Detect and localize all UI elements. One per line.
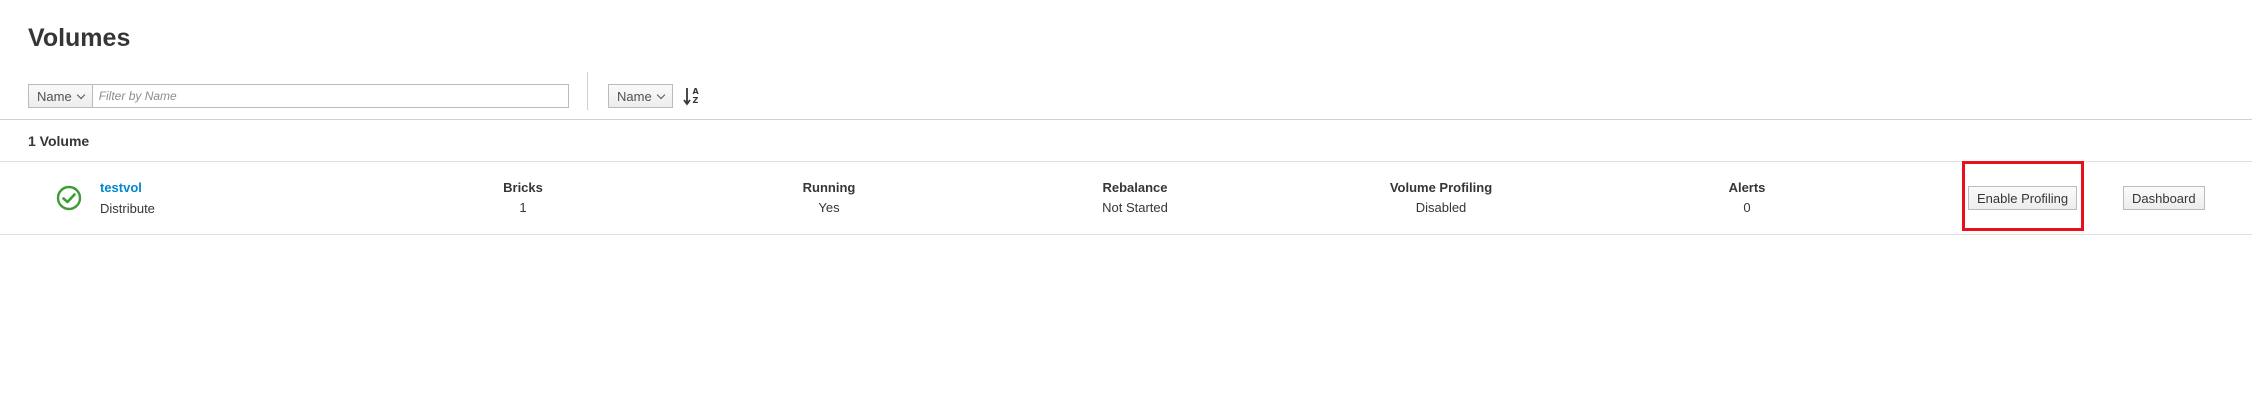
list-bottom-separator bbox=[0, 234, 2252, 235]
stat-alerts: Alerts 0 bbox=[1647, 180, 1847, 215]
sort-field-label: Name bbox=[617, 88, 652, 104]
stat-rebalance: Rebalance Not Started bbox=[1035, 180, 1235, 215]
sort-field-dropdown[interactable]: Name bbox=[608, 84, 673, 108]
stat-label: Rebalance bbox=[1102, 180, 1168, 195]
filter-field-dropdown[interactable]: Name bbox=[28, 84, 93, 108]
stat-value: 0 bbox=[1743, 200, 1751, 215]
filter-field-label: Name bbox=[37, 88, 72, 104]
results-count: 1 Volume bbox=[28, 133, 90, 149]
filter-toolbar: Name bbox=[28, 84, 569, 108]
stat-label: Volume Profiling bbox=[1389, 180, 1493, 195]
stat-label: Alerts bbox=[1728, 180, 1766, 195]
stat-volume-profiling: Volume Profiling Disabled bbox=[1341, 180, 1541, 215]
page-title: Volumes bbox=[28, 24, 131, 52]
sort-alpha-asc-icon[interactable]: A Z bbox=[682, 85, 701, 107]
enable-profiling-button[interactable]: Enable Profiling bbox=[1968, 186, 2078, 210]
svg-text:Z: Z bbox=[692, 96, 698, 105]
stat-value: 1 bbox=[519, 200, 527, 215]
svg-text:A: A bbox=[692, 87, 699, 96]
stat-bricks: Bricks 1 bbox=[423, 180, 623, 215]
stat-label: Bricks bbox=[503, 180, 543, 195]
volume-name-link[interactable]: testvol bbox=[100, 180, 142, 195]
volumes-page: Volumes Name Name A Z 1 Volume bbox=[0, 0, 2252, 403]
filter-input[interactable] bbox=[92, 84, 569, 108]
toolbar-divider bbox=[587, 72, 588, 110]
stat-running: Running Yes bbox=[729, 180, 929, 215]
chevron-down-icon bbox=[76, 90, 85, 99]
stat-label: Running bbox=[802, 180, 856, 195]
stat-value: Not Started bbox=[1102, 200, 1168, 215]
toolbar-separator bbox=[0, 119, 2252, 120]
chevron-down-icon bbox=[656, 90, 665, 99]
stat-value: Yes bbox=[818, 200, 840, 215]
stat-value: Disabled bbox=[1415, 200, 1467, 215]
sort-controls: Name A Z bbox=[608, 84, 701, 108]
check-circle-icon bbox=[56, 185, 82, 211]
dashboard-button[interactable]: Dashboard bbox=[2123, 186, 2205, 210]
volume-type: Distribute bbox=[100, 201, 155, 216]
list-top-separator bbox=[0, 161, 2252, 162]
